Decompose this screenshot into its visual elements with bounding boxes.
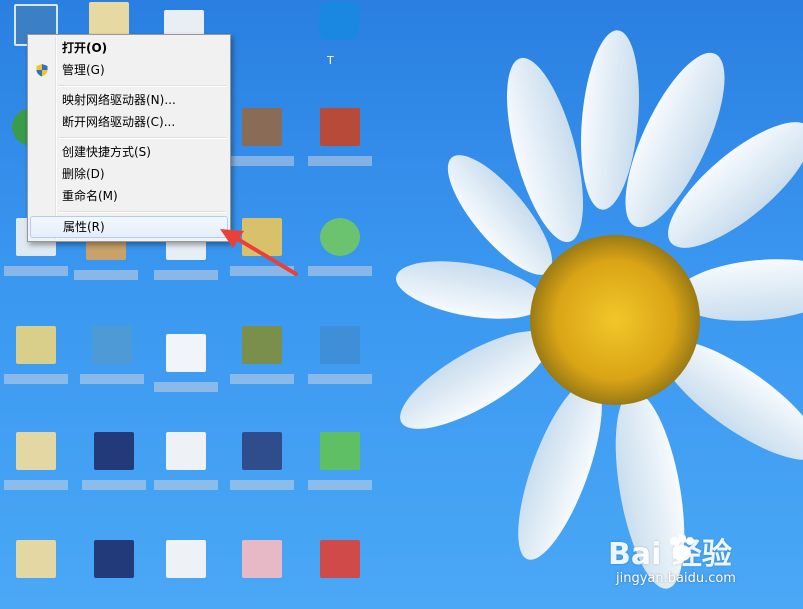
desktop-icon-app-20[interactable] [238, 540, 286, 580]
menu-item-label: 映射网络驱动器(N)... [62, 93, 176, 107]
desktop-icon-app-11[interactable] [308, 326, 372, 384]
context-menu: 打开(O) 管理(G) 映射网络驱动器(N)... 断开网络驱动器(C)... … [27, 34, 231, 242]
desktop-icon-app-17[interactable] [12, 540, 60, 580]
desktop-icon-app-15[interactable] [230, 432, 294, 490]
desktop-icon-app-16[interactable] [308, 432, 372, 490]
menu-item-label: 删除(D) [62, 167, 105, 181]
uac-shield-icon [36, 64, 48, 77]
menu-item-create-shortcut[interactable]: 创建快捷方式(S) [30, 141, 226, 163]
menu-item-label: 创建快捷方式(S) [62, 145, 151, 159]
menu-item-rename[interactable]: 重命名(M) [30, 185, 226, 207]
desktop-icon-app-18[interactable] [90, 540, 138, 580]
menu-item-properties[interactable]: 属性(R) [30, 216, 228, 238]
menu-item-disconnect-network-drive[interactable]: 断开网络驱动器(C)... [30, 111, 226, 133]
menu-item-label: 属性(R) [63, 220, 105, 234]
desktop-icon-app-13[interactable] [82, 432, 146, 490]
menu-item-label: 打开(O) [62, 41, 108, 55]
menu-item-map-network-drive[interactable]: 映射网络驱动器(N)... [30, 89, 226, 111]
desktop-icon-app-21[interactable] [316, 540, 364, 580]
menu-separator [58, 211, 226, 213]
baidu-jingyan-watermark: Bai 经验 jingyan.baidu.com [608, 529, 758, 589]
flower-center [530, 235, 700, 405]
menu-item-manage[interactable]: 管理(G) [30, 59, 226, 81]
desktop-icon-app-19[interactable] [162, 540, 210, 580]
desktop-icon-app-1[interactable] [230, 108, 294, 166]
menu-item-label: 重命名(M) [62, 189, 118, 203]
menu-separator [58, 137, 226, 139]
desktop-icon-app-12[interactable] [4, 432, 68, 490]
desktop-icon-app-9[interactable] [154, 334, 218, 392]
menu-item-label: 断开网络驱动器(C)... [62, 115, 176, 129]
desktop-icon-app-8[interactable] [80, 326, 144, 384]
desktop-icon-app-2[interactable] [308, 108, 372, 166]
menu-item-delete[interactable]: 删除(D) [30, 163, 226, 185]
desktop-icon-app-10[interactable] [230, 326, 294, 384]
menu-item-label: 管理(G) [62, 63, 105, 77]
paw-icon [670, 534, 694, 561]
desktop-icon-app-6[interactable] [308, 218, 372, 276]
shortcut-label: T [327, 54, 334, 67]
menu-item-open[interactable]: 打开(O) [30, 37, 226, 59]
desktop[interactable]: T 打开(O) 管理(G) 映射网络驱动器(N)... 断开网络驱动器(C)..… [0, 0, 803, 609]
desktop-icon-app-7[interactable] [4, 326, 68, 384]
desktop-icon-app-5[interactable] [230, 218, 294, 276]
menu-separator [58, 85, 226, 87]
desktop-icon-app-14[interactable] [154, 432, 218, 490]
watermark-site: jingyan.baidu.com [616, 571, 736, 586]
desktop-icon-shortcut[interactable]: T [315, 2, 363, 67]
